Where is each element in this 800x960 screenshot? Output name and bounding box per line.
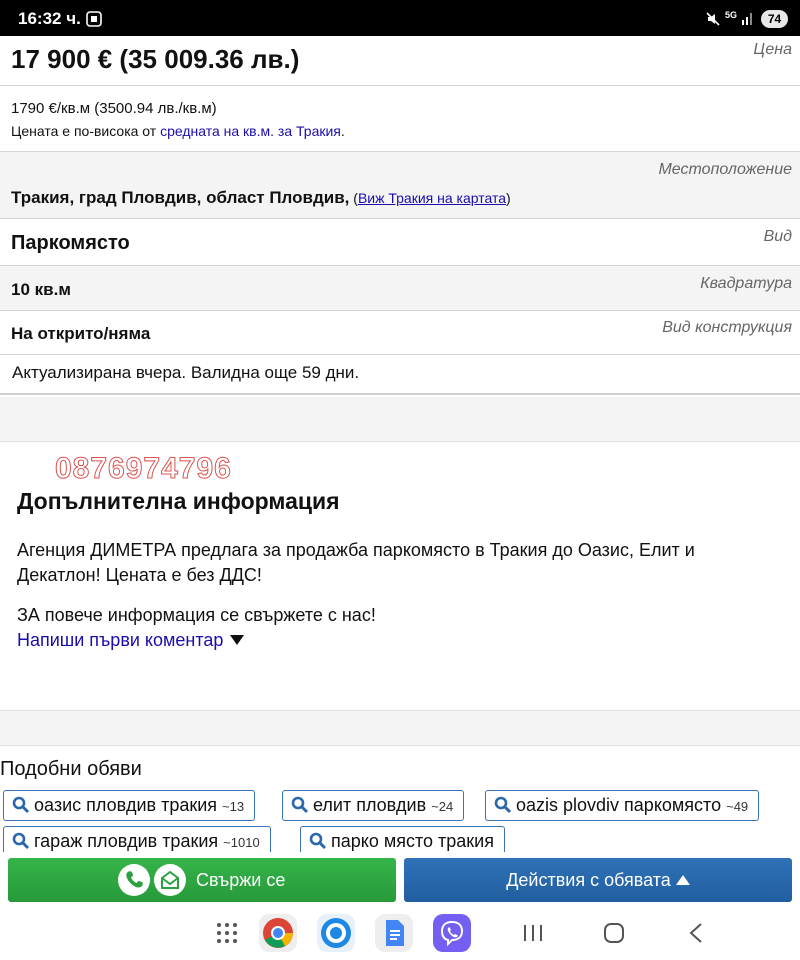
search-icon — [309, 832, 327, 850]
additional-info-title: Допълнителна информация — [17, 488, 340, 514]
type-row: Паркомясто Вид — [0, 219, 800, 266]
price-note: Цената е по-висока от средната на кв.м. … — [11, 123, 345, 139]
viber-icon[interactable] — [433, 914, 471, 952]
updated-text: Актуализирана вчера. Валидна още 59 дни. — [12, 363, 360, 382]
map-link[interactable]: Виж Тракия на картата — [358, 190, 506, 206]
search-icon — [12, 832, 30, 850]
tag-label: оазис пловдив тракия — [34, 795, 218, 815]
tag-label: елит пловдив — [313, 795, 427, 815]
similar-tag[interactable]: елит пловдив ~24 — [282, 790, 465, 821]
contact-label: Свържи се — [196, 870, 286, 890]
type-label: Вид — [763, 228, 792, 245]
area-label: Квадратура — [700, 275, 792, 292]
search-icon — [12, 796, 30, 814]
area-value: 10 кв.м — [11, 280, 71, 299]
contact-button[interactable]: Свържи се — [8, 858, 396, 902]
tag-count: ~24 — [431, 799, 454, 814]
tag-label: гараж пловдив тракия — [34, 831, 219, 851]
battery-level: 74 — [761, 10, 788, 28]
type-value: Паркомясто — [11, 232, 130, 254]
screenshot-icon — [86, 11, 102, 32]
chrome-icon[interactable] — [259, 914, 297, 952]
area-row: 10 кв.м Квадратура — [0, 266, 800, 311]
message-icon — [154, 864, 186, 896]
price-per-sqm-row: 1790 €/кв.м (3500.94 лв./кв.м) Цената е … — [0, 86, 800, 152]
search-icon — [291, 796, 309, 814]
description-text: Агенция ДИМЕТРА предлага за продажба пар… — [17, 540, 695, 585]
price-row: 17 900 € (35 009.36 лв.) Цена — [0, 36, 800, 86]
search-icon — [494, 796, 512, 814]
status-bar: 16:32 ч. 5G 74 — [0, 0, 800, 36]
section-divider-2 — [0, 710, 800, 746]
description-contact: ЗА повече информация се свържете с нас! — [17, 605, 376, 625]
location-close-paren: ) — [505, 190, 511, 206]
location-label: Местоположение — [658, 161, 792, 178]
tag-count: ~1010 — [223, 835, 260, 850]
section-divider — [0, 397, 800, 442]
similar-listings-title: Подобни обяви — [0, 758, 142, 780]
location-row: Местоположение Тракия, град Пловдив, обл… — [0, 152, 800, 219]
phone-watermark: 0876974796 — [55, 452, 232, 486]
triangle-down-icon — [230, 635, 245, 645]
network-5g-icon: 5G — [725, 10, 738, 20]
location-value: Тракия, град Пловдив, област Пловдив, — [11, 188, 350, 207]
mute-icon — [705, 11, 721, 32]
similar-tag[interactable]: oazis plovdiv паркомясто ~49 — [485, 790, 760, 821]
listing-actions-button[interactable]: Действия с обявата — [404, 858, 792, 902]
tag-count: ~49 — [726, 799, 749, 814]
price-label: Цена — [753, 41, 792, 58]
triangle-up-icon — [675, 875, 690, 885]
location-value-line: Тракия, град Пловдив, област Пловдив, (В… — [11, 188, 511, 208]
first-comment-link[interactable]: Напиши първи коментар — [17, 630, 245, 651]
phone-icon — [118, 864, 150, 896]
tag-label: парко място тракия — [331, 831, 494, 851]
browser-icon[interactable] — [317, 914, 355, 952]
comment-link-label: Напиши първи коментар — [17, 630, 224, 650]
price-value: 17 900 € (35 009.36 лв.) — [11, 44, 300, 74]
listing-actions-label: Действия с обявата — [506, 870, 671, 890]
updated-row: Актуализирана вчера. Валидна още 59 дни. — [0, 355, 800, 395]
home-icon[interactable] — [603, 922, 625, 949]
recent-apps-icon[interactable] — [522, 922, 544, 949]
tag-label: oazis plovdiv паркомясто — [516, 795, 722, 815]
action-bar: Свържи се Действия с обявата — [0, 852, 800, 908]
location-open-paren: ( — [349, 190, 358, 206]
back-icon[interactable] — [686, 922, 708, 949]
similar-tag[interactable]: оазис пловдив тракия ~13 — [3, 790, 256, 821]
construction-row: На открито/няма Вид конструкция — [0, 311, 800, 355]
status-time: 16:32 ч. — [18, 9, 81, 28]
tag-count: ~13 — [222, 799, 245, 814]
price-per-sqm: 1790 €/кв.м (3500.94 лв./кв.м) — [11, 100, 217, 117]
navigation-bar — [0, 908, 800, 960]
price-note-suffix: . — [340, 123, 345, 139]
construction-value: На открито/няма — [11, 324, 151, 343]
price-note-prefix: Цената е по-висока от — [11, 123, 161, 139]
construction-label: Вид конструкция — [662, 319, 792, 336]
apps-grid-icon[interactable] — [216, 922, 238, 949]
docs-icon[interactable] — [375, 914, 413, 952]
signal-icon — [741, 10, 755, 31]
average-price-link[interactable]: средната на кв.м. за Тракия — [160, 123, 341, 139]
